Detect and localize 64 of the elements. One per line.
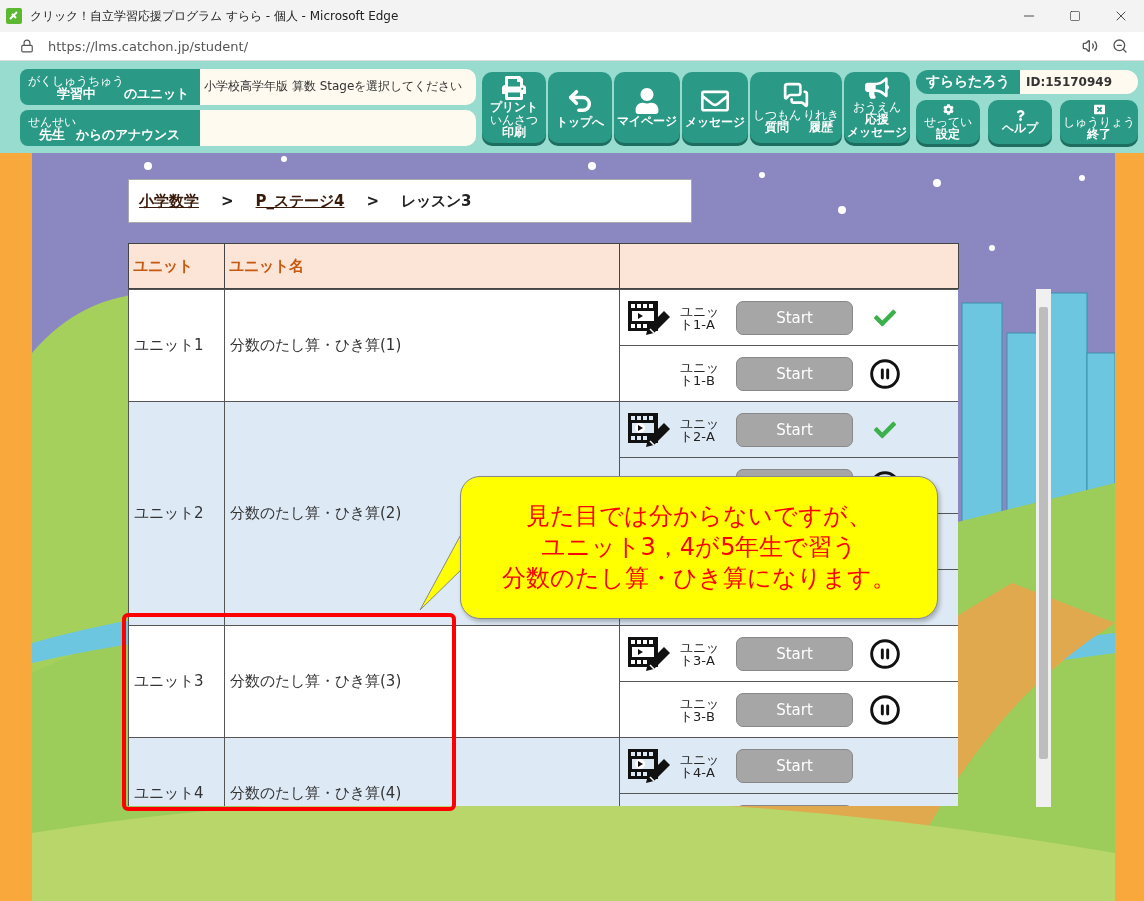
breadcrumb-link[interactable]: P_ステージ4: [255, 191, 345, 211]
film-pencil-icon: [628, 410, 672, 449]
url-text[interactable]: https://lms.catchon.jp/student/: [48, 38, 1068, 54]
film-pencil-icon: [628, 634, 672, 673]
scrollbar[interactable]: [1036, 289, 1051, 807]
unit-name-cell: 分数のたし算・ひき算(1): [224, 289, 620, 402]
question-history-button[interactable]: しつもん 質問 りれき 履歴: [750, 71, 842, 143]
unit-cell: ユニット3: [128, 625, 225, 738]
print-button[interactable]: プリント いんさつ 印刷: [482, 71, 546, 143]
gear-icon: [942, 104, 954, 115]
status-label: 先生: [39, 127, 65, 143]
maximize-icon[interactable]: [1069, 10, 1081, 22]
question-mark-icon: [1014, 110, 1026, 121]
app-logo-icon: [6, 8, 22, 24]
start-button[interactable]: Start: [736, 412, 853, 447]
lesson-label: ユニット1-B: [680, 360, 720, 387]
lesson-label: ユニット4-A: [680, 752, 720, 779]
column-header: ユニット名: [224, 243, 620, 289]
status-label: のユニット: [124, 86, 189, 102]
settings-button[interactable]: せってい 設定: [916, 100, 980, 144]
user-name: すららたろう: [916, 70, 1020, 94]
lock-icon: [20, 39, 34, 53]
start-button[interactable]: Start: [736, 356, 853, 391]
mypage-button[interactable]: マイページ: [614, 71, 680, 143]
start-button[interactable]: Start: [736, 300, 853, 335]
zoom-out-icon[interactable]: [1112, 38, 1128, 54]
breadcrumb-current: レッスン3: [401, 191, 472, 211]
scrollbar-thumb[interactable]: [1039, 307, 1048, 759]
megaphone-icon: [865, 76, 889, 100]
read-aloud-icon[interactable]: [1082, 38, 1098, 54]
message-button[interactable]: メッセージ: [682, 71, 748, 143]
person-icon: [634, 87, 660, 114]
lesson-label: ユニット3-B: [680, 696, 720, 723]
speech-bubbles-icon: [783, 81, 809, 108]
start-button[interactable]: Start: [736, 692, 853, 727]
unit-cell: ユニット1: [128, 289, 225, 402]
lesson-label: ユニット1-A: [680, 304, 720, 331]
film-pencil-icon: [628, 298, 672, 337]
user-id: ID:15170949: [1020, 70, 1138, 94]
exit-button[interactable]: しゅうりょう 終了: [1060, 100, 1138, 144]
furigana: がくしゅうちゅう: [28, 74, 124, 87]
lesson-label: ユニット2-A: [680, 416, 720, 443]
lesson-label: ユニット3-A: [680, 640, 720, 667]
start-button[interactable]: Start: [736, 748, 853, 783]
unit-name-cell: 分数のたし算・ひき算(4): [224, 737, 620, 806]
breadcrumb-separator: >: [221, 192, 234, 210]
top-button[interactable]: トップへ: [548, 71, 612, 143]
breadcrumb-link[interactable]: 小学数学: [139, 191, 199, 211]
unit-name-cell: 分数のたし算・ひき算(3): [224, 625, 620, 738]
cheer-message-button[interactable]: おうえん 応援 メッセージ: [844, 71, 910, 143]
status-label: 学習中: [56, 86, 96, 102]
status-label: からのアナウンス: [76, 127, 180, 143]
start-button[interactable]: Start: [736, 636, 853, 671]
unit-cell: ユニット4: [128, 737, 225, 806]
status-field: 小学校高学年版 算数 Stageを選択してください: [200, 68, 476, 105]
unit-cell: ユニット2: [128, 401, 225, 626]
furigana: せんせい: [28, 115, 76, 128]
help-button[interactable]: ヘルプ: [988, 100, 1052, 144]
close-box-icon: [1093, 104, 1105, 115]
breadcrumb-separator: >: [366, 192, 380, 210]
printer-icon: [502, 76, 526, 100]
window-title: クリック！自立学習応援プログラム すらら - 個人 - Microsoft Edge: [30, 7, 400, 25]
film-pencil-icon: [628, 746, 672, 785]
column-header: ユニット: [128, 243, 225, 289]
